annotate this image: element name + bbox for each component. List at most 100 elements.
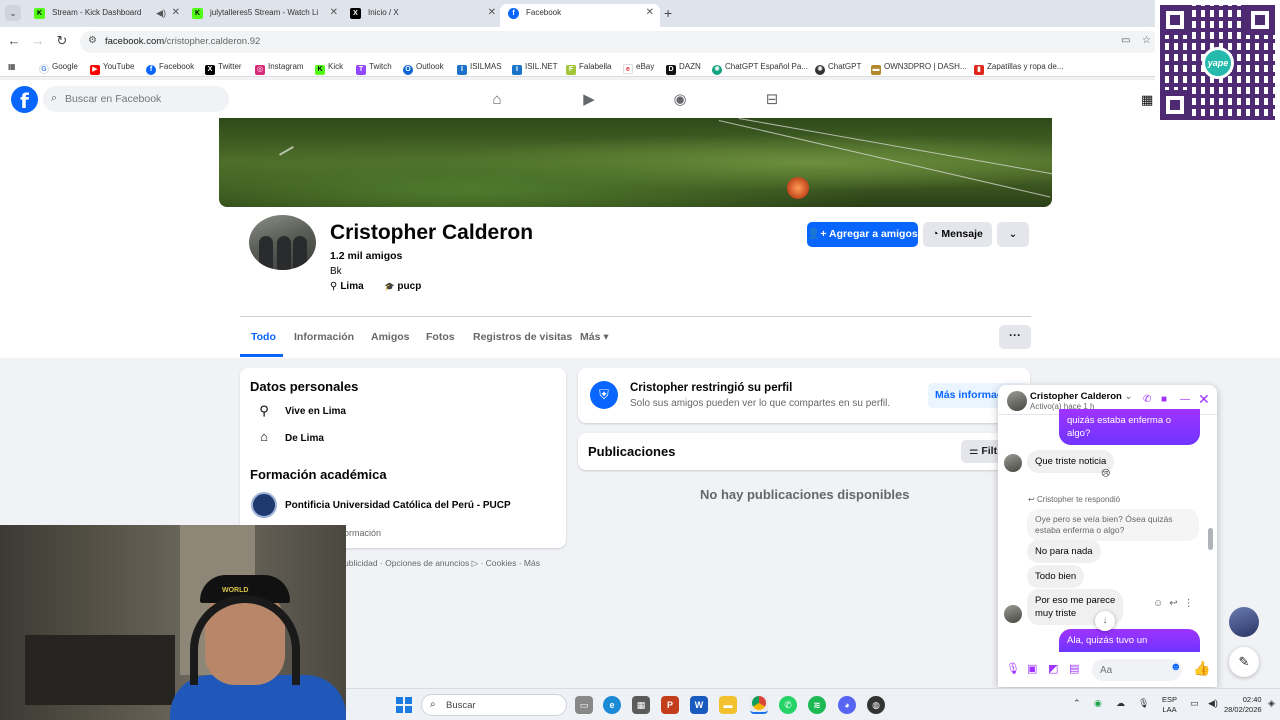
thumbs-up-icon[interactable]: 👍 [1193, 660, 1210, 677]
notifications-icon[interactable]: ◈ [1268, 698, 1275, 709]
address-bar[interactable]: ⚙ facebook.com/cristopher.calderon.92 [80, 31, 1160, 53]
message-outgoing[interactable]: Ala, quizás tuvo un [1059, 629, 1200, 652]
image-icon[interactable]: ▣ [1027, 662, 1037, 675]
profile-avatar[interactable] [249, 215, 316, 270]
browser-tab-facebook[interactable]: f Facebook ✕ [500, 4, 660, 27]
word-icon[interactable]: W [690, 696, 708, 714]
tray-volume-icon[interactable]: ◀) [1208, 698, 1218, 709]
close-tab-icon[interactable]: ✕ [330, 4, 338, 22]
video-icon[interactable]: ▶ [578, 89, 600, 111]
message-input[interactable] [1092, 659, 1182, 681]
gaming-icon[interactable]: ⊟ [761, 89, 783, 111]
powerpoint-icon[interactable]: P [661, 696, 679, 714]
bookmark-chatgpt[interactable]: ✺ ChatGPT [815, 60, 861, 75]
bookmark-kick[interactable]: K Kick [315, 60, 343, 75]
install-app-icon[interactable]: ▭ [1121, 35, 1130, 46]
university-name[interactable]: Pontificia Universidad Católica del Perú… [285, 500, 511, 511]
system-clock[interactable]: 02:40 28/02/2026 [1224, 695, 1262, 715]
taskbar-search[interactable]: ⌕ Buscar [421, 694, 567, 716]
react-emoji-icon[interactable]: ☺ [1153, 598, 1169, 609]
profile-more-button[interactable]: ⌄ [997, 222, 1029, 247]
speaker-icon[interactable]: ◀) [156, 4, 166, 22]
tab-search-button[interactable]: ⌄ [5, 5, 21, 21]
footer-links[interactable]: ublicidad · Opciones de anuncios ▷ · Coo… [344, 558, 540, 569]
contact-bubble-avatar[interactable] [1229, 607, 1259, 637]
add-friend-button[interactable]: 👤+ Agregar a amigos [807, 222, 918, 247]
browser-tab-kick-dashboard[interactable]: K Stream - Kick Dashboard ◀) ✕ [26, 4, 186, 27]
bookmark-twitter[interactable]: X Twitter [205, 60, 242, 75]
tray-shield-icon[interactable]: ◉ [1094, 698, 1102, 709]
whatsapp-icon[interactable]: ✆ [779, 696, 797, 714]
tabs-more-options-button[interactable]: ··· [999, 325, 1031, 349]
bookmark-instagram[interactable]: ◎ Instagram [255, 60, 304, 75]
bookmark-isilmas[interactable]: I ISILMAS [457, 60, 502, 75]
bookmark-twitch[interactable]: T Twitch [356, 60, 392, 75]
edge-icon[interactable]: e [603, 696, 621, 714]
minimize-icon[interactable]: — [1180, 394, 1190, 405]
new-tab-button[interactable]: + [664, 5, 672, 21]
facebook-search-input[interactable] [65, 90, 215, 108]
obs-icon[interactable]: ◍ [867, 696, 885, 714]
facebook-search[interactable]: ⌕ [43, 86, 229, 112]
close-tab-icon[interactable]: ✕ [488, 4, 496, 22]
close-tab-icon[interactable]: ✕ [646, 4, 654, 22]
browser-tab-x[interactable]: X Inicio / X ✕ [342, 4, 502, 27]
message-button[interactable]: ◔ Mensaje [923, 222, 992, 247]
browser-tab-kick-stream[interactable]: K julytalleres5 Stream - Watch Li ✕ [184, 4, 344, 27]
language-indicator[interactable]: ESP LAA [1162, 695, 1177, 715]
bookmark-star-icon[interactable]: ☆ [1142, 35, 1151, 46]
emoji-icon[interactable]: ☻ [1170, 661, 1182, 673]
close-icon[interactable]: ✕ [1198, 391, 1210, 408]
chrome-icon[interactable] [750, 696, 768, 714]
scroll-down-arrow-icon[interactable]: ↓ [1095, 611, 1115, 631]
facebook-logo[interactable]: f [11, 86, 38, 113]
more-vertical-icon[interactable]: ⋮ [1184, 598, 1200, 609]
bookmark-google[interactable]: G Google [39, 60, 78, 74]
tab-photos[interactable]: Fotos [426, 331, 455, 343]
apps-grid-icon[interactable]: ▦ [8, 60, 16, 73]
discord-icon[interactable]: ◕ [838, 696, 856, 714]
bookmark-own3dpro[interactable]: ▬ OWN3DPRO | DASH... [871, 60, 967, 75]
bookmark-zapatillas[interactable]: ▮ Zapatillas y ropa de... [974, 60, 1063, 75]
bookmark-isilnet[interactable]: I ISIL.NET [512, 60, 557, 75]
microphone-icon[interactable]: 🎙 [1006, 662, 1020, 675]
task-view-icon[interactable]: ▭ [575, 696, 593, 714]
bookmark-dazn[interactable]: D DAZN [666, 60, 701, 75]
tab-more[interactable]: Más ▾ [580, 331, 609, 343]
bookmark-falabella[interactable]: F Falabella [566, 60, 611, 75]
tab-friends[interactable]: Amigos [371, 331, 410, 343]
groups-icon[interactable]: ◉ [669, 89, 691, 111]
bookmark-youtube[interactable]: ▶ YouTube [90, 60, 134, 75]
friends-count[interactable]: 1.2 mil amigos [330, 250, 402, 262]
chat-scrollbar[interactable] [1208, 528, 1213, 550]
tray-chevron-icon[interactable]: ⌃ [1073, 698, 1081, 709]
home-icon[interactable]: ⌂ [486, 89, 508, 111]
tab-about[interactable]: Información [294, 331, 354, 343]
tray-mic-icon[interactable]: 🎙 [1138, 698, 1149, 709]
more-info-link[interactable]: ormación [344, 528, 381, 538]
site-info-icon[interactable]: ⚙ [88, 35, 97, 46]
message-incoming[interactable]: Todo bien [1027, 565, 1085, 588]
tab-check-ins[interactable]: Registros de visitas [473, 331, 572, 343]
quoted-message[interactable]: Oye pero se veía bien? Ósea quizás estaba… [1027, 509, 1199, 541]
tray-network-icon[interactable]: ▭ [1190, 698, 1199, 709]
back-arrow-icon[interactable]: ← [5, 33, 23, 48]
bookmark-chatgpt-es[interactable]: ✺ ChatGPT Español Pa... [712, 60, 808, 75]
store-icon[interactable]: ▦ [632, 696, 650, 714]
tab-all[interactable]: Todo [251, 331, 276, 343]
new-message-icon[interactable]: ✎ [1229, 647, 1259, 677]
reload-icon[interactable]: ↻ [53, 33, 71, 49]
sticker-icon[interactable]: ◩ [1048, 662, 1058, 675]
file-explorer-icon[interactable]: ▬ [719, 696, 737, 714]
reply-icon[interactable]: ↩ [1169, 598, 1183, 609]
bookmark-ebay[interactable]: e eBay [623, 60, 654, 74]
gif-icon[interactable]: ▤ [1069, 662, 1079, 675]
close-tab-icon[interactable]: ✕ [172, 4, 180, 22]
bookmark-facebook[interactable]: f Facebook [146, 60, 194, 75]
cover-photo[interactable] [219, 118, 1052, 207]
video-call-icon[interactable]: ■ [1161, 394, 1167, 405]
windows-start-icon[interactable] [396, 697, 412, 713]
phone-icon[interactable]: ✆ [1143, 394, 1151, 405]
bookmark-outlook[interactable]: O Outlook [403, 60, 444, 75]
spotify-icon[interactable]: ≋ [808, 696, 826, 714]
